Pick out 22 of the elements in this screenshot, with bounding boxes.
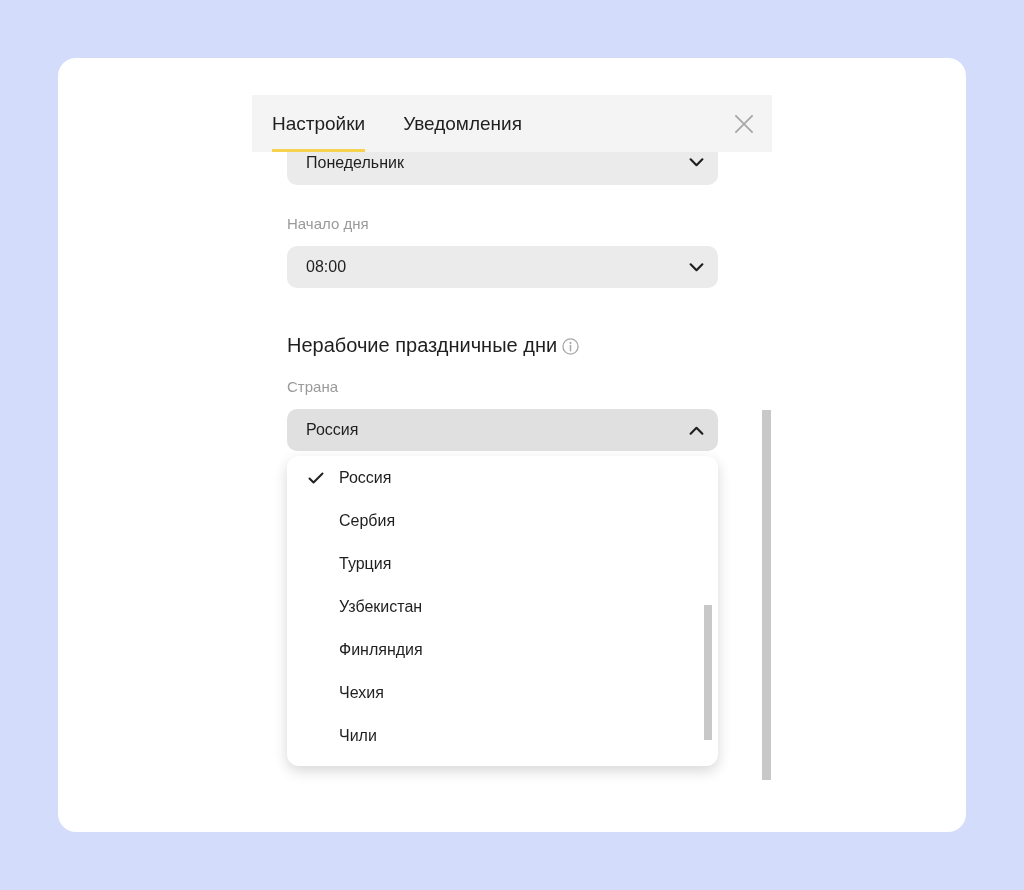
field-label: Начало дня	[287, 214, 370, 234]
checkmark-icon	[308, 471, 324, 484]
dropdown-option[interactable]: Турция	[287, 542, 718, 585]
field-label: Страна	[287, 377, 339, 397]
dropdown-option[interactable]: Чехия	[287, 671, 718, 714]
chevron-up-icon	[689, 425, 704, 435]
dropdown-option[interactable]: Россия	[287, 456, 718, 499]
dropdown-option[interactable]: Узбекистан	[287, 585, 718, 628]
dropdown-option[interactable]: Сербия	[287, 499, 718, 542]
dropdown-option[interactable]: Финляндия	[287, 628, 718, 671]
chevron-down-icon	[689, 158, 704, 167]
scrollbar-thumb[interactable]	[704, 605, 712, 740]
dropdown-select[interactable]: Россия	[287, 409, 718, 451]
dropdown-select[interactable]: Понедельник	[287, 152, 718, 185]
close-icon[interactable]	[735, 114, 753, 133]
tab[interactable]: Уведомления	[403, 95, 522, 152]
chevron-down-icon	[689, 262, 704, 272]
section-heading: Нерабочие праздничные дни	[287, 333, 558, 358]
dropdown-select[interactable]: 08:00	[287, 246, 718, 288]
info-icon[interactable]	[562, 337, 580, 355]
dropdown-option[interactable]: Чили	[287, 714, 718, 757]
scrollbar-thumb[interactable]	[762, 410, 771, 780]
